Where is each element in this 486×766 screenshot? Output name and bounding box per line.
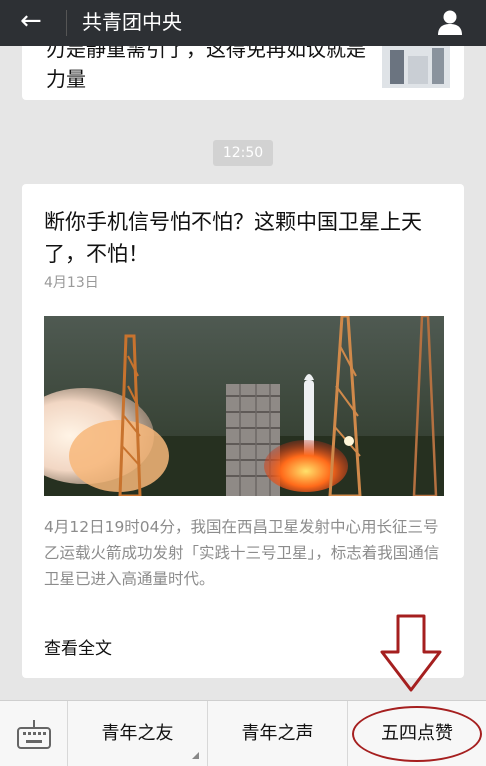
menu-item-label: 青年之声 xyxy=(241,723,314,744)
previous-article-title: 刃是静重需引了，这得免再如议就是力量 xyxy=(46,46,366,91)
article-date: 4月13日 xyxy=(44,275,99,291)
page-title: 共青团中央 xyxy=(82,10,182,34)
read-more-link[interactable]: 查看全文 xyxy=(44,634,112,659)
menu-item-label: 青年之友 xyxy=(101,723,174,744)
previous-article-card[interactable]: 刃是静重需引了，这得免再如议就是力量 xyxy=(22,46,464,100)
article-card[interactable]: 断你手机信号怕不怕？这颗中国卫星上天了，不怕！ 4月13日 4月12日19时04… xyxy=(22,184,464,678)
article-title: 断你手机信号怕不怕？这颗中国卫星上天了，不怕！ xyxy=(44,210,422,266)
menu-item-friends[interactable]: 青年之友 xyxy=(68,701,208,766)
arrow-down-annotation-icon xyxy=(380,614,442,692)
highlight-circle-annotation xyxy=(352,706,482,762)
submenu-indicator-icon xyxy=(192,752,199,759)
article-excerpt: 4月12日19时04分，我国在西昌卫星发射中心用长征三号乙运载火箭成功发射「实践… xyxy=(44,518,440,588)
user-icon[interactable] xyxy=(436,8,464,36)
keyboard-toggle[interactable] xyxy=(0,701,68,766)
arrow-left-icon[interactable]: ← xyxy=(20,6,42,36)
previous-article-thumbnail xyxy=(382,46,450,88)
rocket-launch-photo xyxy=(44,316,444,496)
header-divider xyxy=(66,10,67,36)
top-bar: ← 共青团中央 xyxy=(0,0,486,46)
timestamp-badge: 12:50 xyxy=(213,140,273,166)
keyboard-icon[interactable] xyxy=(16,719,52,749)
menu-item-voice[interactable]: 青年之声 xyxy=(208,701,348,766)
